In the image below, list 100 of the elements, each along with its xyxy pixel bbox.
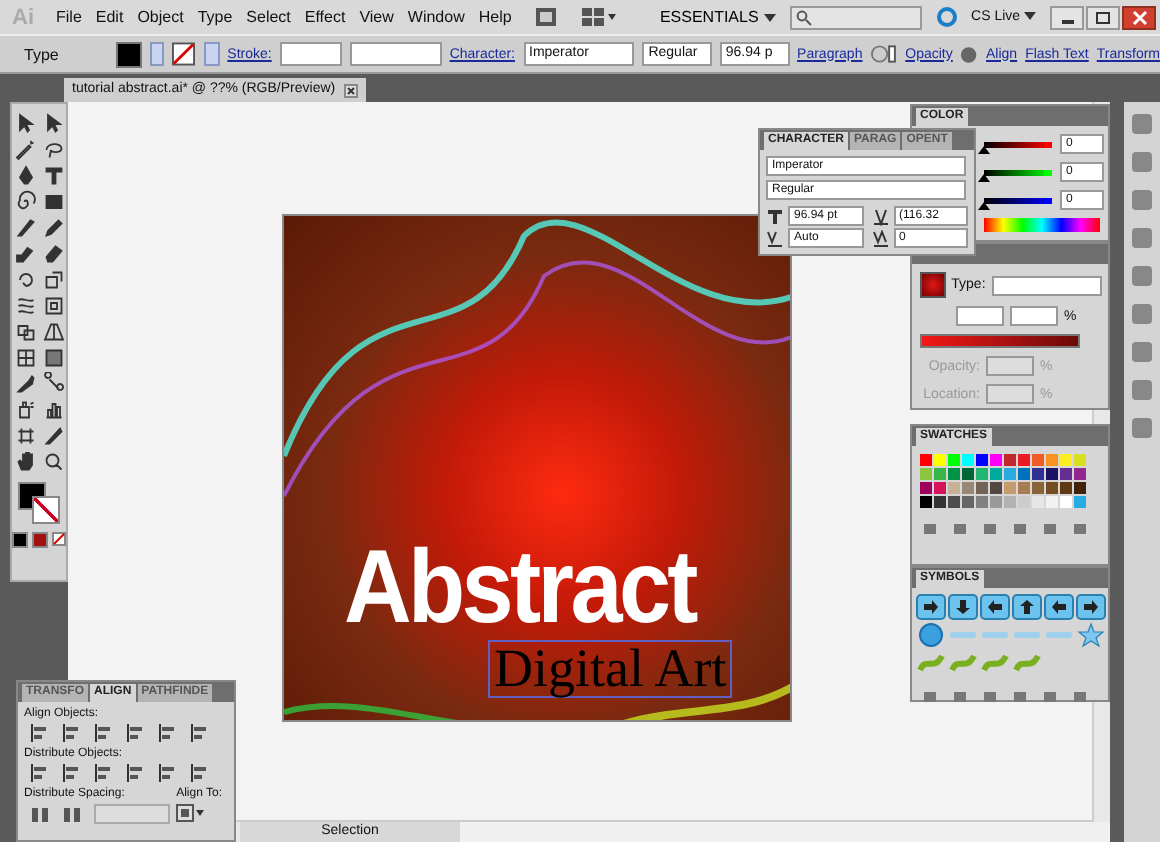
color-swatch[interactable] xyxy=(1018,482,1030,494)
angle-field[interactable] xyxy=(956,306,1004,326)
color-swatch[interactable] xyxy=(990,468,1002,480)
rotate-icon[interactable] xyxy=(13,268,37,292)
hand-icon[interactable] xyxy=(13,450,37,474)
type-dropdown[interactable] xyxy=(991,275,1102,295)
transform-icon[interactable] xyxy=(41,294,65,318)
distribute-spacing-icon[interactable] xyxy=(30,805,50,823)
color-swatch[interactable] xyxy=(920,496,932,508)
arrow-symbol-icon[interactable] xyxy=(948,594,978,620)
panel-action-icon[interactable] xyxy=(1014,692,1026,702)
distribute-spacing-icon[interactable] xyxy=(62,805,82,823)
color-swatch[interactable] xyxy=(1074,496,1086,508)
panel-action-icon[interactable] xyxy=(1014,524,1026,534)
knife-icon[interactable] xyxy=(41,424,65,448)
wand-icon[interactable] xyxy=(13,138,37,162)
type-tool-icon[interactable] xyxy=(41,164,65,188)
panel-action-icon[interactable] xyxy=(984,692,996,702)
no-stroke-swatch[interactable] xyxy=(172,42,196,66)
spacing-field[interactable] xyxy=(94,804,170,824)
shape-builder-icon[interactable] xyxy=(13,320,37,344)
align-icon[interactable] xyxy=(94,764,114,782)
gradient-icon[interactable] xyxy=(41,346,65,370)
align-icon[interactable] xyxy=(62,764,82,782)
arrow-symbol-icon[interactable] xyxy=(1012,594,1042,620)
color-swatch[interactable] xyxy=(1004,482,1016,494)
align-icon[interactable] xyxy=(126,724,146,742)
color-swatch[interactable] xyxy=(976,468,988,480)
color-swatch[interactable] xyxy=(990,482,1002,494)
panel-action-icon[interactable] xyxy=(924,524,936,534)
minimize-button[interactable] xyxy=(1050,5,1084,29)
sprayer-icon[interactable] xyxy=(13,398,37,422)
blob-brush-icon[interactable] xyxy=(13,242,37,266)
panel-action-icon[interactable] xyxy=(1074,692,1086,702)
rectangle-icon[interactable] xyxy=(41,190,65,214)
color-swatch[interactable] xyxy=(934,496,946,508)
color-swatch[interactable] xyxy=(976,454,988,466)
artboard-icon[interactable] xyxy=(13,424,37,448)
color-swatch[interactable] xyxy=(1074,454,1086,466)
lasso-icon[interactable] xyxy=(41,138,65,162)
color-swatch[interactable] xyxy=(1032,454,1044,466)
color-swatch[interactable] xyxy=(1004,468,1016,480)
color-swatch[interactable] xyxy=(1074,468,1086,480)
panel-action-icon[interactable] xyxy=(984,524,996,534)
aspect-field[interactable] xyxy=(1010,306,1058,326)
color-swatch[interactable] xyxy=(976,482,988,494)
color-swatch[interactable] xyxy=(990,496,1002,508)
color-swatch[interactable] xyxy=(962,482,974,494)
swirl-symbol-icon[interactable] xyxy=(1012,650,1042,676)
color-swatch[interactable] xyxy=(962,496,974,508)
swirl-symbol-icon[interactable] xyxy=(980,650,1010,676)
arrow-symbol-icon[interactable] xyxy=(916,594,946,620)
color-swatch[interactable] xyxy=(1004,454,1016,466)
globe-symbol-icon[interactable] xyxy=(916,622,946,648)
menu-item[interactable]: View xyxy=(359,8,394,26)
color-swatch[interactable] xyxy=(1046,482,1058,494)
menu-item[interactable]: Edit xyxy=(95,8,124,26)
color-swatch[interactable] xyxy=(948,496,960,508)
none-mode-icon[interactable] xyxy=(52,532,66,546)
bridge-icon[interactable] xyxy=(533,6,558,28)
color-swatch[interactable] xyxy=(1018,468,1030,480)
arrow-icon[interactable] xyxy=(13,112,37,136)
close-icon[interactable] xyxy=(343,83,358,97)
search-field[interactable] xyxy=(789,5,922,29)
align-icon[interactable] xyxy=(30,764,50,782)
pen-icon[interactable] xyxy=(13,164,37,188)
brush-definition-icon[interactable] xyxy=(870,44,898,64)
menu-item[interactable]: File xyxy=(56,8,82,26)
color-swatch[interactable] xyxy=(920,482,932,494)
location-field[interactable] xyxy=(986,384,1034,404)
menu-item[interactable]: Select xyxy=(246,8,291,26)
align-icon[interactable] xyxy=(190,724,210,742)
align-icon[interactable] xyxy=(158,764,178,782)
color-swatch[interactable] xyxy=(1060,468,1072,480)
color-swatch[interactable] xyxy=(1032,482,1044,494)
gradient-swatch[interactable] xyxy=(920,272,946,298)
scale-icon[interactable] xyxy=(41,268,65,292)
align-icon[interactable] xyxy=(94,724,114,742)
color-swatch[interactable] xyxy=(934,454,946,466)
color-swatch[interactable] xyxy=(948,482,960,494)
color-swatch[interactable] xyxy=(1004,496,1016,508)
menu-item[interactable]: Type xyxy=(197,8,233,26)
color-swatch[interactable] xyxy=(1060,454,1072,466)
color-swatch[interactable] xyxy=(934,468,946,480)
color-swatch[interactable] xyxy=(934,482,946,494)
color-swatch[interactable] xyxy=(976,496,988,508)
eyedropper-icon[interactable] xyxy=(13,372,37,396)
color-swatch[interactable] xyxy=(1032,496,1044,508)
color-swatch[interactable] xyxy=(1046,496,1058,508)
color-swatch[interactable] xyxy=(948,468,960,480)
color-swatch[interactable] xyxy=(1060,496,1072,508)
color-swatch[interactable] xyxy=(1032,468,1044,480)
color-swatch[interactable] xyxy=(1046,454,1058,466)
panel-action-icon[interactable] xyxy=(1044,524,1056,534)
menu-item[interactable]: Window xyxy=(407,8,465,26)
arrow-symbol-icon[interactable] xyxy=(1044,594,1074,620)
color-swatch[interactable] xyxy=(920,454,932,466)
align-icon[interactable] xyxy=(62,724,82,742)
cs-live-icon[interactable] xyxy=(935,6,958,28)
align-icon[interactable] xyxy=(30,724,50,742)
